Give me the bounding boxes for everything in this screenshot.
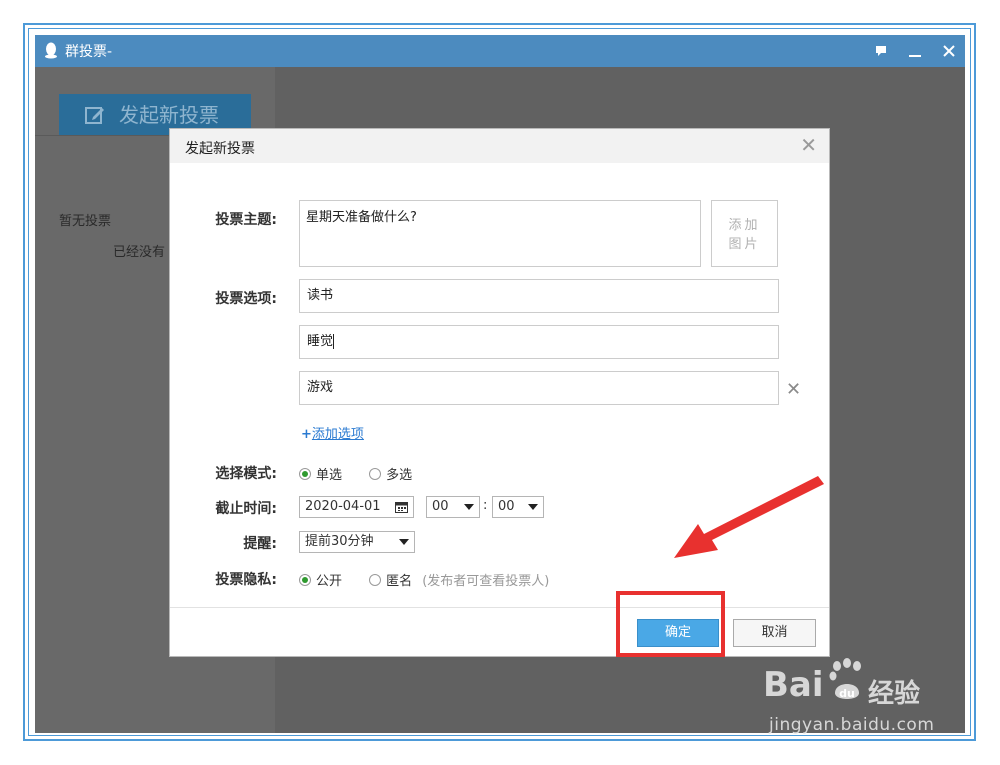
window-title: 群投票- [65, 44, 113, 60]
add-option-link[interactable]: +添加选项 [301, 423, 364, 442]
feedback-icon[interactable] [869, 39, 893, 63]
empty-vote-label: 暂无投票 [59, 214, 112, 229]
svg-text:du: du [839, 687, 855, 700]
mode-single-option[interactable]: 单选 [299, 463, 343, 483]
time-separator: : [483, 498, 488, 513]
deadline-date-picker[interactable]: 2020-04-01 [299, 496, 414, 518]
dialog-close-icon[interactable]: ✕ [800, 135, 817, 155]
privacy-anon-label: 匿名 [386, 574, 413, 589]
deadline-minute-value: 00 [498, 499, 515, 514]
privacy-anon-option[interactable]: 匿名 [369, 569, 413, 589]
deadline-date-value: 2020-04-01 [305, 499, 381, 514]
chevron-down-icon [464, 504, 474, 510]
chevron-down-icon [399, 539, 409, 545]
topic-input[interactable]: 星期天准备做什么? [299, 200, 701, 267]
add-image-button[interactable]: 添加图片 [711, 200, 778, 267]
dialog-title: 发起新投票 [185, 141, 255, 157]
title-bar[interactable]: 群投票- [35, 35, 965, 67]
deadline-label: 截止时间: [215, 501, 277, 517]
text-cursor [333, 334, 335, 349]
topic-label: 投票主题: [215, 212, 277, 228]
close-icon[interactable] [937, 39, 961, 63]
privacy-public-radio[interactable] [299, 573, 311, 586]
privacy-radio-group: 公开 匿名 (发布者可查看投票人) [299, 569, 549, 589]
option-input-3[interactable]: 游戏 [299, 371, 779, 405]
mode-label: 选择模式: [215, 466, 277, 482]
new-vote-dialog: 发起新投票 ✕ 投票主题: 星期天准备做什么? 添加图片 投票选项: 读书 睡觉… [169, 128, 830, 657]
highlight-box [616, 591, 725, 657]
new-vote-label: 发起新投票 [119, 103, 219, 127]
deadline-minute-select[interactable]: 00 [492, 496, 544, 518]
watermark-brand: Bai [763, 665, 824, 705]
plus-icon: + [301, 427, 312, 442]
option-2-text: 睡觉 [307, 334, 334, 349]
add-option-label: 添加选项 [311, 427, 364, 442]
edit-icon [85, 107, 104, 124]
remind-select[interactable]: 提前30分钟 [299, 531, 415, 553]
paw-logo-icon: du [829, 658, 861, 700]
minimize-icon[interactable] [903, 39, 927, 63]
mode-radio-group: 单选 多选 [299, 463, 412, 483]
watermark-suffix: 经验 [868, 679, 921, 709]
privacy-public-label: 公开 [316, 574, 343, 589]
remind-value: 提前30分钟 [305, 534, 374, 549]
privacy-anon-radio[interactable] [369, 573, 382, 586]
annotation-arrow [674, 476, 824, 558]
deadline-hour-value: 00 [432, 499, 449, 514]
chevron-down-icon [528, 504, 538, 510]
mode-single-radio[interactable] [299, 467, 311, 480]
footer-divider [170, 607, 829, 608]
privacy-public-option[interactable]: 公开 [299, 569, 343, 589]
mode-single-label: 单选 [316, 468, 343, 483]
deadline-hour-select[interactable]: 00 [426, 496, 480, 518]
add-image-label: 添加图片 [728, 218, 761, 252]
privacy-label: 投票隐私: [215, 572, 277, 588]
privacy-anon-note: (发布者可查看投票人) [422, 574, 550, 589]
remove-option-icon[interactable]: ✕ [786, 379, 801, 400]
mode-multi-radio[interactable] [369, 467, 382, 480]
dialog-header: 发起新投票 ✕ [170, 129, 829, 163]
calendar-icon[interactable] [395, 501, 408, 513]
baidu-jingyan-watermark: Bai du 经验 jingyan.baidu.com [763, 655, 953, 745]
mode-multi-label: 多选 [386, 468, 413, 483]
qq-penguin-icon [45, 42, 57, 59]
option-input-2[interactable]: 睡觉 [299, 325, 779, 359]
mode-multi-option[interactable]: 多选 [369, 463, 413, 483]
options-label: 投票选项: [215, 291, 277, 307]
cancel-button[interactable]: 取消 [733, 619, 816, 647]
empty-vote-sub: 已经没有 [113, 245, 166, 260]
remind-label: 提醒: [243, 536, 277, 552]
watermark-url: jingyan.baidu.com [769, 715, 935, 735]
option-input-1[interactable]: 读书 [299, 279, 779, 313]
